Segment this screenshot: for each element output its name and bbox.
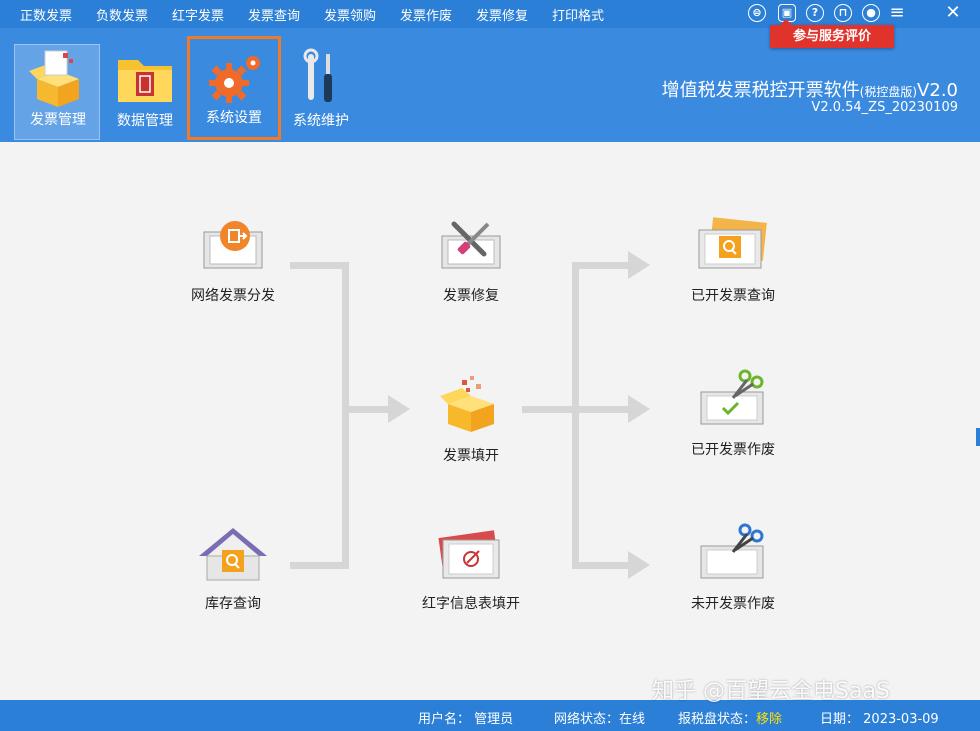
invoice-box-icon [29, 50, 79, 107]
product-title-text: 增值税发票税控开票软件 [661, 80, 860, 101]
connector [572, 406, 630, 413]
menu-icon[interactable]: ≡ [886, 1, 908, 25]
node-label: 库存查询 [205, 596, 261, 612]
toolbar-label: 发票管理 [30, 112, 86, 128]
toolbar-system-maintenance[interactable]: 系统维护 [278, 44, 364, 140]
tools-icon [303, 48, 332, 102]
menu-negative-invoice[interactable]: 负数发票 [96, 5, 148, 24]
product-edition: (税控盘版) [859, 85, 918, 99]
connector [572, 262, 630, 269]
node-invoice-issue[interactable]: 发票填开 [396, 374, 546, 467]
status-date-label: 日期： [820, 712, 860, 727]
repair-tools-icon [441, 221, 501, 269]
menu-invoice-purchase[interactable]: 发票领购 [324, 5, 376, 24]
status-date-value: 2023-03-09 [863, 712, 939, 727]
toolbar-system-settings[interactable]: 系统设置 [187, 36, 281, 140]
product-build: V2.0.54_ZS_20230109 [811, 100, 958, 115]
toolbar-label: 数据管理 [117, 113, 173, 129]
status-disk-label: 报税盘状态： [678, 712, 757, 727]
arrow-right-icon [628, 395, 650, 423]
node-label: 已开发票作废 [691, 442, 775, 458]
invoice-search-icon [698, 217, 767, 269]
product-version-tag: V2.0 [917, 80, 958, 101]
connector [572, 562, 630, 569]
status-network-label: 网络状态： [554, 712, 620, 727]
status-user-value: 管理员 [474, 712, 514, 727]
status-date: 日期： 2023-03-09 [820, 708, 939, 727]
menu-red-invoice[interactable]: 红字发票 [172, 5, 224, 24]
top-menu-bar: 正数发票 负数发票 红字发票 发票查询 发票领购 发票作废 发票修复 打印格式 … [0, 0, 980, 28]
toolbar-data-management[interactable]: 数据管理 [102, 44, 188, 140]
edge-strip [976, 428, 980, 446]
status-tax-disk: 报税盘状态：移除 [678, 708, 782, 727]
node-label: 已开发票查询 [691, 288, 775, 304]
scissors-blank-icon [700, 523, 764, 579]
toolbar-label: 系统设置 [206, 110, 262, 126]
service-feedback-button[interactable]: 参与服务评价 [770, 19, 894, 48]
gear-icon [209, 56, 260, 103]
status-user: 用户名： 管理员 [418, 708, 513, 727]
close-icon[interactable]: ✕ [942, 1, 964, 25]
folder-icon [118, 60, 172, 102]
connector [342, 406, 390, 413]
node-label: 网络发票分发 [191, 288, 275, 304]
menu-invoice-void[interactable]: 发票作废 [400, 5, 452, 24]
node-issued-invoice-void[interactable]: 已开发票作废 [658, 368, 808, 461]
theme-icon[interactable]: ⊜ [748, 4, 766, 22]
menu-invoice-query[interactable]: 发票查询 [248, 5, 300, 24]
node-label: 发票填开 [443, 448, 499, 464]
node-network-distribution[interactable]: 网络发票分发 [158, 214, 308, 307]
arrow-right-icon [628, 251, 650, 279]
status-user-label: 用户名： [418, 712, 471, 727]
menu-positive-invoice[interactable]: 正数发票 [20, 5, 72, 24]
invoice-box-icon [440, 376, 494, 432]
user-icon[interactable]: ● [862, 4, 880, 22]
red-form-pen-icon [438, 530, 500, 579]
status-disk-value: 移除 [756, 712, 783, 727]
node-unissued-invoice-void[interactable]: 未开发票作废 [658, 522, 808, 615]
node-label: 红字信息表填开 [422, 596, 520, 612]
node-inventory-query[interactable]: 库存查询 [158, 522, 308, 615]
node-label: 发票修复 [443, 288, 499, 304]
node-invoice-repair[interactable]: 发票修复 [396, 214, 546, 307]
arrow-right-icon [628, 551, 650, 579]
connector [572, 262, 579, 569]
connector [342, 262, 349, 569]
product-title: 增值税发票税控开票软件(税控盘版)V2.0 [662, 76, 958, 102]
lock-icon[interactable]: ⊓ [834, 4, 852, 22]
scissors-check-icon [700, 369, 764, 425]
toolbar-label: 系统维护 [293, 113, 349, 129]
help-icon[interactable]: ? [806, 4, 824, 22]
menu-invoice-repair[interactable]: 发票修复 [476, 5, 528, 24]
house-search-icon [199, 528, 267, 581]
status-network-value: 在线 [619, 712, 646, 727]
network-share-icon [203, 221, 263, 269]
status-network: 网络状态：在线 [554, 708, 645, 727]
node-issued-invoice-query[interactable]: 已开发票查询 [658, 214, 808, 307]
node-red-info-form[interactable]: 红字信息表填开 [396, 522, 546, 615]
workflow-area: 网络发票分发 库存查询 发票修复 发票填开 红字信息表填开 已开发票查询 已开发… [0, 142, 980, 700]
watermark-text: 知乎 @百望云全电SaaS [652, 679, 890, 704]
node-label: 未开发票作废 [691, 596, 775, 612]
toolbar-invoice-management[interactable]: 发票管理 [14, 44, 100, 140]
menu-print-format[interactable]: 打印格式 [552, 5, 604, 24]
